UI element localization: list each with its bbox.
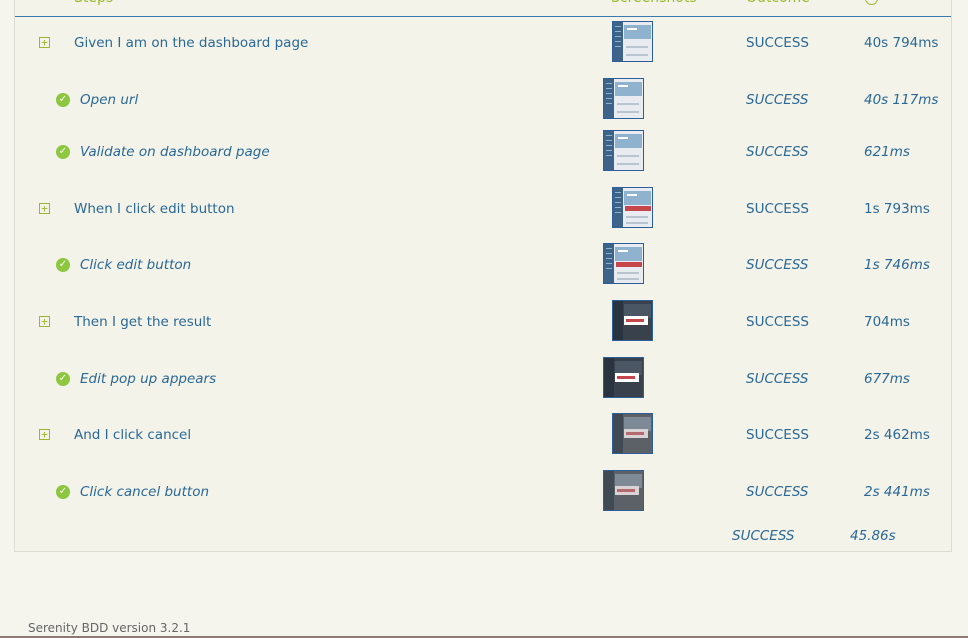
screenshot-thumbnail[interactable]	[603, 130, 644, 171]
clock-icon	[865, 0, 878, 5]
screenshot-thumbnail[interactable]	[603, 78, 644, 119]
step-duration: 2s 441ms	[864, 484, 930, 500]
step-outcome: SUCCESS	[746, 257, 809, 273]
step-row: + And I click cancel SUCCESS 2s 462ms	[15, 413, 951, 457]
step-row: + Given I am on the dashboard page SUCCE…	[15, 21, 951, 65]
steps-table: Steps Screenshots Outcome + Given I am o…	[14, 0, 952, 552]
screenshot-thumbnail[interactable]	[612, 300, 653, 341]
expand-plus-icon[interactable]: +	[39, 203, 50, 214]
step-outcome: SUCCESS	[746, 92, 809, 108]
step-title: Then I get the result	[74, 314, 212, 330]
step-title: Given I am on the dashboard page	[74, 35, 309, 51]
step-title: Validate on dashboard page	[80, 144, 270, 160]
step-duration: 40s 794ms	[864, 35, 939, 51]
step-duration: 621ms	[864, 144, 910, 160]
screenshot-thumbnail[interactable]	[612, 413, 653, 454]
step-title: And I click cancel	[74, 427, 192, 443]
screenshot-thumbnail[interactable]	[603, 243, 644, 284]
expand-plus-icon[interactable]: +	[39, 429, 50, 440]
step-title: Click cancel button	[80, 484, 210, 500]
success-check-icon: ✓	[56, 258, 70, 272]
step-duration: 40s 117ms	[864, 92, 939, 108]
step-title: Click edit button	[80, 257, 192, 273]
step-duration: 704ms	[864, 314, 910, 330]
step-duration: 1s 793ms	[864, 201, 930, 217]
step-outcome: SUCCESS	[746, 484, 809, 500]
substep-row: ✓ Open url SUCCESS 40s 117ms	[15, 78, 951, 122]
success-check-icon: ✓	[56, 485, 70, 499]
step-row: + Then I get the result SUCCESS 704ms	[15, 300, 951, 344]
step-duration: 677ms	[864, 371, 910, 387]
screenshot-thumbnail[interactable]	[603, 470, 644, 511]
step-outcome: SUCCESS	[746, 427, 809, 443]
success-check-icon: ✓	[56, 372, 70, 386]
expand-plus-icon[interactable]: +	[39, 37, 50, 48]
step-duration: 1s 746ms	[864, 257, 930, 273]
step-outcome: SUCCESS	[746, 371, 809, 387]
substep-row: ✓ Click edit button SUCCESS 1s 746ms	[15, 243, 951, 287]
step-row: + When I click edit button SUCCESS 1s 79…	[15, 187, 951, 231]
header-outcome: Outcome	[746, 0, 810, 8]
step-outcome: SUCCESS	[746, 144, 809, 160]
header-screenshots: Screenshots	[611, 0, 697, 8]
step-outcome: SUCCESS	[746, 201, 809, 217]
screenshot-thumbnail[interactable]	[603, 357, 644, 398]
substep-row: ✓ Edit pop up appears SUCCESS 677ms	[15, 357, 951, 401]
step-duration: 2s 462ms	[864, 427, 930, 443]
step-outcome: SUCCESS	[746, 35, 809, 51]
total-duration: 45.86s	[850, 528, 896, 544]
success-check-icon: ✓	[56, 93, 70, 107]
table-header: Steps Screenshots Outcome	[15, 0, 951, 17]
header-steps: Steps	[74, 0, 113, 8]
success-check-icon: ✓	[56, 145, 70, 159]
substep-row: ✓ Click cancel button SUCCESS 2s 441ms	[15, 470, 951, 514]
version-footer: Serenity BDD version 3.2.1	[28, 621, 191, 635]
step-outcome: SUCCESS	[746, 314, 809, 330]
step-title: When I click edit button	[74, 201, 235, 217]
step-title: Edit pop up appears	[80, 371, 217, 387]
screenshot-thumbnail[interactable]	[612, 21, 653, 62]
expand-plus-icon[interactable]: +	[39, 316, 50, 327]
step-title: Open url	[80, 92, 139, 108]
substep-row: ✓ Validate on dashboard page SUCCESS 621…	[15, 130, 951, 174]
total-outcome: SUCCESS	[732, 528, 795, 544]
screenshot-thumbnail[interactable]	[612, 187, 653, 228]
